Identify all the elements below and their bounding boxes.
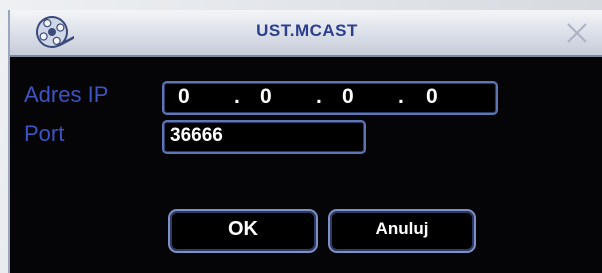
- dialog-titlebar[interactable]: UST.MCAST: [10, 10, 602, 57]
- ok-button[interactable]: OK: [168, 209, 318, 253]
- ip-separator: .: [234, 85, 240, 108]
- port-input[interactable]: 36666: [162, 120, 366, 154]
- ip-address-label: Adres IP: [24, 82, 109, 107]
- port-label: Port: [24, 121, 65, 146]
- ip-octet-1[interactable]: 0: [178, 85, 190, 109]
- ip-address-input[interactable]: 0 . 0 . 0 . 0: [162, 81, 498, 115]
- multicast-settings-dialog: UST.MCAST Adres IP 0 . 0 . 0 . 0 Port 36…: [8, 10, 602, 273]
- cancel-button[interactable]: Anuluj: [328, 209, 476, 253]
- ip-octet-3[interactable]: 0: [342, 85, 354, 109]
- close-icon[interactable]: [564, 20, 590, 46]
- ip-separator: .: [316, 85, 322, 108]
- ip-separator: .: [398, 85, 404, 108]
- port-value: 36666: [170, 125, 223, 146]
- ip-octet-2[interactable]: 0: [260, 85, 272, 109]
- dialog-title: UST.MCAST: [256, 21, 358, 40]
- ip-octet-4[interactable]: 0: [426, 85, 438, 109]
